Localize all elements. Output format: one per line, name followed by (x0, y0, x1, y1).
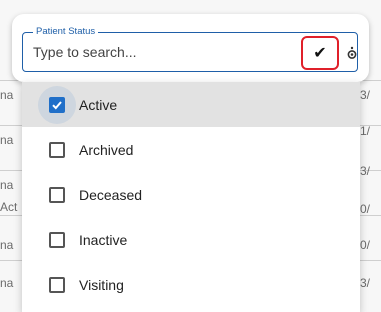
table-cell-fragment: na (0, 238, 14, 252)
checkbox-active[interactable] (49, 96, 65, 113)
table-cell-fragment: na (0, 276, 14, 290)
option-visiting[interactable]: Visiting (22, 262, 360, 307)
checkbox-archived[interactable] (49, 141, 65, 158)
patient-status-filter-card: Patient Status ✔ (12, 14, 369, 82)
checkbox-visiting[interactable] (49, 276, 65, 293)
search-input[interactable] (33, 41, 273, 63)
check-icon: ✔ (313, 45, 327, 62)
option-archived[interactable]: Archived (22, 127, 360, 172)
option-label: Deceased (79, 186, 143, 203)
table-cell-fragment: na (0, 88, 14, 102)
patient-status-label: Patient Status (33, 25, 99, 39)
option-active[interactable]: Active (22, 82, 360, 127)
checkbox-inactive[interactable] (49, 231, 65, 248)
table-cell-fragment: 1/ (360, 124, 371, 138)
table-cell-fragment: Act (0, 200, 18, 214)
settings-button[interactable] (345, 40, 359, 66)
option-label: Inactive (79, 231, 128, 248)
table-cell-fragment: 3/ (360, 88, 371, 102)
table-cell-fragment: 3/ (360, 164, 371, 178)
patient-status-field[interactable]: Patient Status ✔ (22, 25, 359, 72)
status-options-list: Active Archived Deceased Inactive Visiti… (22, 82, 360, 312)
table-cell-fragment: 3/ (360, 276, 371, 290)
checkbox-deceased[interactable] (49, 186, 65, 203)
option-label: Archived (79, 141, 134, 158)
option-inactive[interactable]: Inactive (22, 217, 360, 262)
table-cell-fragment: 0/ (360, 238, 371, 252)
checkmark-icon (52, 100, 62, 109)
table-cell-fragment: 0/ (360, 202, 371, 216)
option-label: Visiting (79, 276, 124, 293)
gear-icon (347, 46, 357, 59)
option-label: Active (79, 96, 118, 113)
table-cell-fragment: na (0, 178, 14, 192)
option-deceased[interactable]: Deceased (22, 172, 360, 217)
table-cell-fragment: na (0, 133, 14, 147)
screen: na na na Act na na 3/ 1/ 3/ 0/ 0/ 3/ Pat… (0, 0, 381, 312)
confirm-button[interactable]: ✔ (301, 36, 339, 70)
